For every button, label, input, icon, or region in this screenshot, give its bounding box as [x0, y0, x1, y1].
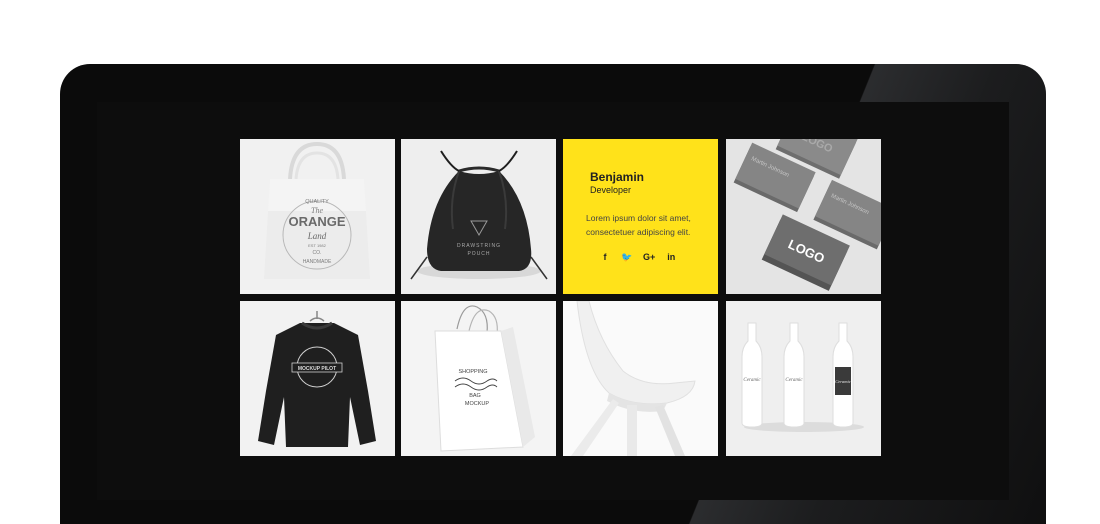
facebook-icon[interactable]: f: [599, 252, 611, 263]
shopping-bag-image: SHOPPING BAG MOCKUP: [401, 301, 556, 456]
bottles-image: Ceramic Ceramic Ceramic: [726, 301, 881, 456]
pouch-text-1: DRAWSTRING: [457, 243, 501, 249]
tote-bag-text-5: EST 1982: [308, 243, 326, 248]
gallery-item-tote-bag[interactable]: QUALITY The ORANGE Land EST 1982 CO. HAN…: [240, 139, 395, 294]
linkedin-icon[interactable]: in: [665, 252, 677, 263]
profile-card[interactable]: Benjamin Developer Lorem ipsum dolor sit…: [563, 139, 718, 294]
profile-name: Benjamin: [590, 170, 645, 184]
social-links: f 🐦 G+ in: [599, 252, 677, 263]
gallery-item-shopping-bag[interactable]: SHOPPING BAG MOCKUP: [401, 301, 556, 456]
pouch-image: DRAWSTRING POUCH: [401, 139, 556, 294]
profile-description: Lorem ipsum dolor sit amet, consectetuer…: [586, 213, 691, 237]
pouch-text-2: POUCH: [467, 251, 490, 257]
tote-bag-text-4: Land: [307, 231, 327, 241]
bottle-text-1: Ceramic: [743, 378, 761, 383]
bottle-text-3: Ceramic: [835, 379, 851, 384]
bottle-text-2: Ceramic: [785, 378, 803, 383]
chair-image: [563, 301, 718, 456]
gallery-item-sweatshirt[interactable]: MOCKUP PILOT: [240, 301, 395, 456]
shopping-bag-text-2: BAG: [469, 393, 481, 399]
tote-bag-text-6: CO.: [313, 250, 322, 256]
tote-bag-text-7: HANDMADE: [303, 259, 332, 265]
profile-role: Developer: [590, 185, 632, 195]
tote-bag-image: QUALITY The ORANGE Land EST 1982 CO. HAN…: [240, 139, 395, 294]
sweatshirt-image: MOCKUP PILOT: [240, 301, 395, 456]
business-cards-image: LOGO Martin Johnson Martin Johnson LOGO: [726, 139, 881, 294]
shopping-bag-text-1: SHOPPING: [458, 369, 487, 375]
gallery-item-drawstring-pouch[interactable]: DRAWSTRING POUCH: [401, 139, 556, 294]
tote-bag-text-3: ORANGE: [288, 214, 345, 229]
gallery-item-bottles[interactable]: Ceramic Ceramic Ceramic: [726, 301, 881, 456]
gallery-item-chair[interactable]: [563, 301, 718, 456]
google-plus-icon[interactable]: G+: [643, 252, 655, 263]
tote-bag-text-1: QUALITY: [305, 199, 329, 205]
twitter-icon[interactable]: 🐦: [621, 252, 633, 263]
shopping-bag-text-3: MOCKUP: [465, 401, 489, 407]
sweatshirt-text: MOCKUP PILOT: [298, 366, 336, 372]
gallery-item-business-cards[interactable]: LOGO Martin Johnson Martin Johnson LOGO: [726, 139, 881, 294]
